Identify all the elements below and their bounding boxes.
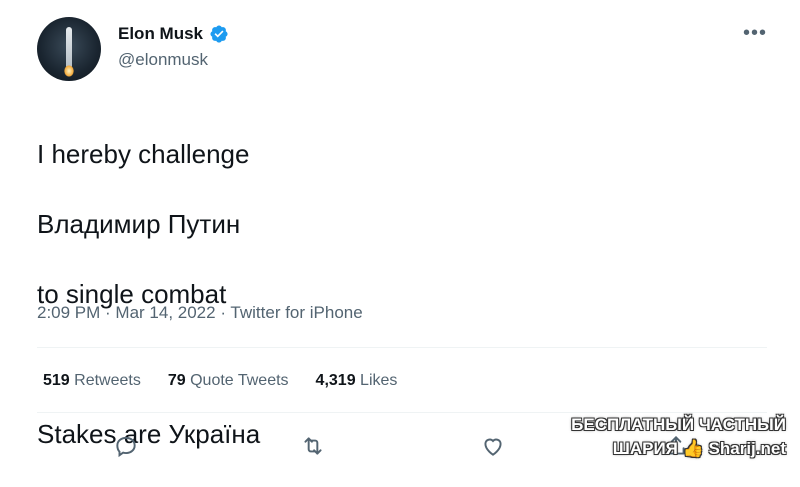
tweet-time[interactable]: 2:09 PM: [37, 303, 100, 322]
quote-tweets-count: 79: [167, 372, 186, 389]
avatar[interactable]: [37, 17, 101, 81]
watermark-line: БЕСПЛАТНЫЙ ЧАСТНЫЙ: [571, 415, 786, 434]
author-name-row: Elon Musk: [118, 24, 229, 44]
quote-tweets-label: Quote Tweets: [190, 372, 289, 389]
likes-label: Likes: [360, 372, 398, 389]
author-handle[interactable]: @elonmusk: [118, 50, 208, 70]
tweet-stats: 519 Retweets 79 Quote Tweets 4,319 Likes: [43, 372, 424, 390]
retweet-button[interactable]: [297, 430, 329, 462]
tweet-meta: 2:09 PM · Mar 14, 2022 · Twitter for iPh…: [37, 303, 363, 323]
more-options-icon[interactable]: •••: [743, 22, 767, 45]
meta-separator: ·: [215, 303, 231, 322]
tweet-source[interactable]: Twitter for iPhone: [230, 303, 362, 322]
likes-count: 4,319: [315, 372, 356, 389]
retweet-icon: [304, 437, 322, 455]
quote-tweets-stat[interactable]: 79 Quote Tweets: [168, 372, 289, 390]
reply-icon: [116, 436, 136, 458]
thumbs-up-icon: 👍: [682, 439, 704, 458]
likes-stat[interactable]: 4,319 Likes: [316, 372, 398, 390]
rocket-flame: [64, 65, 74, 77]
reply-button[interactable]: [110, 430, 142, 462]
retweets-label: Retweets: [74, 372, 141, 389]
rocket-image: [66, 27, 72, 67]
meta-separator: ·: [100, 303, 116, 322]
like-icon: [484, 438, 502, 456]
like-button[interactable]: [477, 430, 509, 462]
verified-badge-icon: [209, 24, 229, 44]
watermark: БЕСПЛАТНЫЙ ЧАСТНЫЙ ШАРИЯ 👍 Sharij.net: [571, 413, 786, 461]
watermark-site: Sharij.net: [708, 439, 786, 458]
retweets-count: 519: [43, 372, 70, 389]
watermark-line: ШАРИЯ 👍 Sharij.net: [571, 437, 786, 461]
tweet-line: I hereby challenge: [37, 139, 250, 169]
tweet-date[interactable]: Mar 14, 2022: [115, 303, 215, 322]
watermark-word: ШАРИЯ: [612, 439, 678, 458]
tweet-line: Владимир Путин: [37, 209, 241, 239]
divider: [37, 347, 767, 348]
author-display-name[interactable]: Elon Musk: [118, 24, 203, 44]
retweets-stat[interactable]: 519 Retweets: [43, 372, 141, 390]
